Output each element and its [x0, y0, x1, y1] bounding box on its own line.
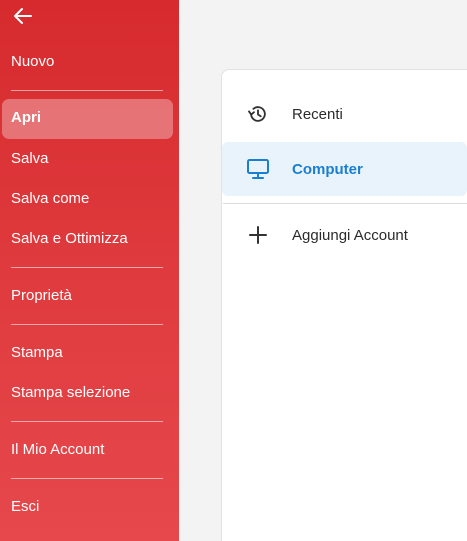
menu-divider: [11, 478, 163, 479]
plus-icon: [246, 223, 270, 247]
history-icon: [246, 102, 270, 126]
add-account-label: Aggiungi Account: [292, 226, 408, 244]
menu-divider: [11, 421, 163, 422]
menu-item-stampa[interactable]: Stampa: [11, 343, 63, 363]
panel-divider: [223, 203, 467, 204]
menu-item-salva-come[interactable]: Salva come: [11, 189, 89, 209]
monitor-icon: [246, 157, 270, 181]
location-computer[interactable]: Computer: [222, 142, 467, 196]
menu-item-salva-e-ottimizza[interactable]: Salva e Ottimizza: [11, 229, 128, 249]
location-label: Computer: [292, 160, 363, 178]
menu-item-salva[interactable]: Salva: [11, 149, 49, 169]
menu-item-il-mio-account[interactable]: Il Mio Account: [11, 440, 104, 460]
menu-item-apri[interactable]: Apri: [11, 108, 41, 128]
menu-item-proprieta[interactable]: Proprietà: [11, 286, 72, 306]
back-button[interactable]: [10, 6, 36, 30]
arrow-left-icon: [13, 7, 33, 30]
location-label: Recenti: [292, 105, 343, 123]
menu-item-nuovo[interactable]: Nuovo: [11, 52, 54, 72]
menu-divider: [11, 267, 163, 268]
menu-divider: [11, 90, 163, 91]
menu-divider: [11, 324, 163, 325]
open-locations-panel: Recenti Computer Aggiungi Account: [221, 69, 467, 541]
menu-item-stampa-selezione[interactable]: Stampa selezione: [11, 383, 130, 403]
add-account-button[interactable]: Aggiungi Account: [222, 208, 467, 262]
menu-item-esci[interactable]: Esci: [11, 497, 39, 517]
file-menu-sidebar: Nuovo Apri Salva Salva come Salva e Otti…: [0, 0, 179, 541]
location-recenti[interactable]: Recenti: [222, 87, 467, 141]
